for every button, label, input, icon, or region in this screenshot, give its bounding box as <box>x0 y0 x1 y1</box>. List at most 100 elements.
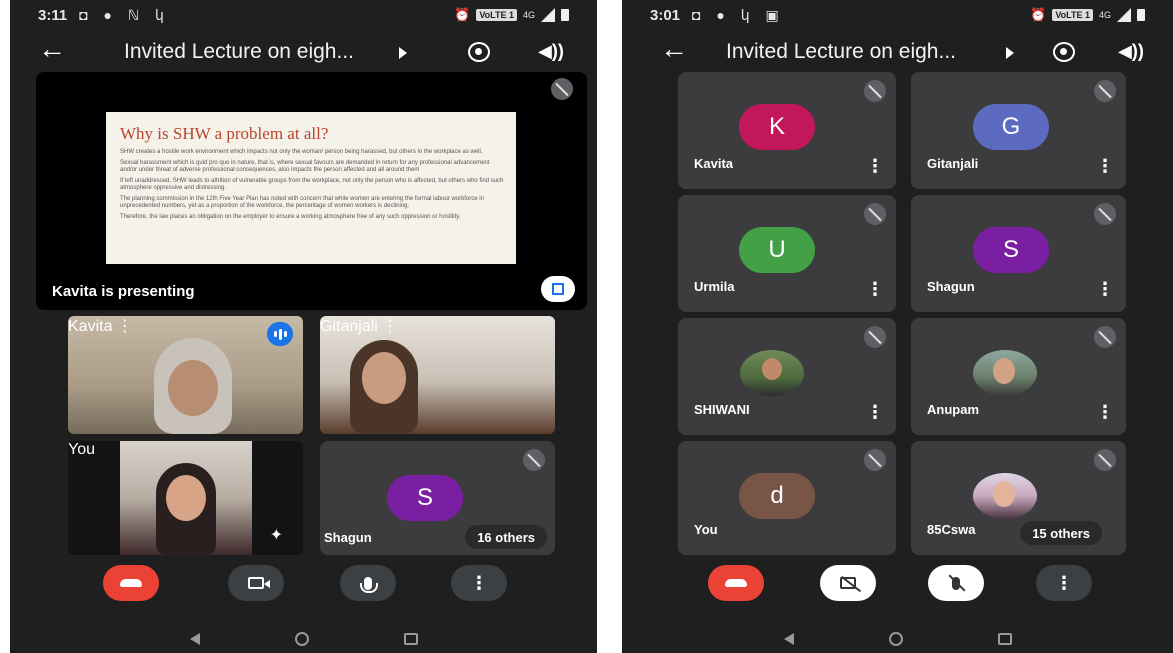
participant-tile[interactable]: G Gitanjali ⋮ <box>911 72 1126 189</box>
participant-tile[interactable]: d You <box>678 441 896 555</box>
participant-video-gitanjali[interactable]: Gitanjali ⋮ <box>320 316 555 434</box>
person-face <box>168 360 218 416</box>
fullscreen-button[interactable] <box>541 276 575 302</box>
participant-name: Anupam <box>927 402 979 417</box>
nav-back-icon[interactable] <box>189 633 200 645</box>
battery-icon <box>1137 9 1145 21</box>
avatar: d <box>739 473 815 519</box>
status-time: 3:11 <box>38 6 68 24</box>
back-arrow-icon[interactable]: ← <box>660 33 688 65</box>
more-options-icon[interactable]: ⋮ <box>866 403 884 421</box>
avatar: K <box>739 104 815 150</box>
more-options-icon[interactable]: ⋮ <box>1096 157 1114 175</box>
camera-off-button[interactable] <box>820 565 876 601</box>
mic-off-icon <box>551 78 573 100</box>
switch-camera-icon[interactable] <box>468 42 490 62</box>
avatar: U <box>739 227 815 273</box>
slide-paragraph: SHW creates a hostile work environment w… <box>120 149 483 155</box>
status-bar: 3:01 ◘ ● կ ▣ ⏰ VoLTE 1 4G <box>622 0 1173 30</box>
nav-home-icon[interactable] <box>294 632 309 646</box>
nav-back-icon[interactable] <box>783 633 794 645</box>
more-options-button[interactable]: ⋮ <box>451 565 507 601</box>
status-right: ⏰ VoLTE 1 4G <box>454 7 569 23</box>
meeting-title[interactable]: Invited Lecture on eigh... <box>726 40 956 64</box>
others-count[interactable]: 15 others <box>1020 521 1102 545</box>
meeting-title[interactable]: Invited Lecture on eigh... <box>124 40 354 64</box>
volte-badge: VoLTE 1 <box>1052 9 1093 21</box>
participant-name: Urmila <box>694 279 735 294</box>
nav-home-icon[interactable] <box>888 632 903 646</box>
more-options-button[interactable]: ⋮ <box>1036 565 1092 601</box>
person-face <box>993 358 1015 384</box>
participant-tile[interactable]: 85Cswa 15 others <box>911 441 1126 555</box>
avatar: G <box>973 104 1049 150</box>
more-options-icon[interactable]: ⋮ <box>866 157 884 175</box>
self-video <box>120 441 252 555</box>
more-options-icon[interactable]: ⋮ <box>117 318 133 335</box>
slide-paragraph: The planning commission in the 12th Five… <box>120 196 484 209</box>
camera-button[interactable] <box>228 565 284 601</box>
person-face <box>993 481 1015 507</box>
back-arrow-icon[interactable]: ← <box>38 33 66 65</box>
presentation-slide: Why is SHW a problem at all? SHW creates… <box>106 112 516 264</box>
slide-title: Why is SHW a problem at all? <box>120 124 329 143</box>
alarm-icon: ⏰ <box>1030 7 1047 22</box>
presenting-label: Kavita is presenting <box>52 283 195 300</box>
more-options-icon[interactable]: ⋮ <box>1096 280 1114 298</box>
participant-name: Shagun <box>927 279 975 294</box>
mic-off-icon <box>523 449 545 471</box>
more-options-icon[interactable]: ⋮ <box>866 280 884 298</box>
others-count[interactable]: 16 others <box>465 525 547 549</box>
android-nav-bar <box>10 625 597 653</box>
network-type: 4G <box>1098 10 1111 20</box>
participant-name: You <box>694 522 718 537</box>
signal-icon <box>541 8 555 22</box>
left-phone-screen: 3:11 ◘ ● ℕ կ ⏰ VoLTE 1 4G ← Invited Lect… <box>10 0 597 653</box>
end-call-button[interactable] <box>708 565 764 601</box>
signal-icon <box>1117 8 1131 22</box>
self-view-tile[interactable]: You ✦ <box>68 441 303 555</box>
mic-off-icon <box>864 203 886 225</box>
participant-name: Gitanjali <box>320 318 378 335</box>
status-bar: 3:11 ◘ ● ℕ կ ⏰ VoLTE 1 4G <box>10 0 597 30</box>
mic-off-icon <box>1094 80 1116 102</box>
participant-tile[interactable]: U Urmila ⋮ <box>678 195 896 312</box>
switch-camera-icon[interactable] <box>1053 42 1075 62</box>
expand-arrow-icon[interactable] <box>1006 47 1014 59</box>
microphone-button[interactable] <box>340 565 396 601</box>
avatar-photo <box>740 350 804 396</box>
speaker-icon[interactable]: ◀)) <box>1118 41 1144 62</box>
expand-arrow-icon[interactable] <box>399 47 407 59</box>
avatar-photo <box>973 350 1037 396</box>
end-call-button[interactable] <box>103 565 159 601</box>
status-right: ⏰ VoLTE 1 4G <box>1030 7 1145 23</box>
participant-tile-shagun[interactable]: S Shagun 16 others <box>320 441 555 555</box>
nav-recents-icon[interactable] <box>403 633 418 645</box>
more-options-icon[interactable]: ⋮ <box>1096 403 1114 421</box>
effects-sparkle-icon[interactable]: ✦ <box>270 525 283 545</box>
app-bar: ← Invited Lecture on eigh... ◀)) <box>10 32 597 72</box>
participant-tile[interactable]: SHIWANI ⋮ <box>678 318 896 435</box>
speaker-icon[interactable]: ◀)) <box>538 41 564 62</box>
notification-icons: ◘ ● կ ▣ <box>692 6 785 23</box>
call-controls: ⋮ <box>10 565 597 615</box>
more-options-icon[interactable]: ⋮ <box>382 318 398 335</box>
phone-hangup-icon <box>120 579 142 587</box>
mic-off-icon <box>864 80 886 102</box>
speaking-indicator-icon <box>267 322 293 346</box>
participant-tile[interactable]: K Kavita ⋮ <box>678 72 896 189</box>
person-face <box>362 352 406 404</box>
participant-tile[interactable]: S Shagun ⋮ <box>911 195 1126 312</box>
notification-icons: ◘ ● ℕ կ <box>79 6 170 23</box>
participant-name: You <box>68 441 95 458</box>
person-face <box>762 358 782 380</box>
more-options-icon: ⋮ <box>470 572 488 593</box>
presentation-tile[interactable]: Why is SHW a problem at all? SHW creates… <box>36 72 587 310</box>
status-time: 3:01 <box>650 6 681 24</box>
avatar-photo <box>973 473 1037 519</box>
nav-recents-icon[interactable] <box>997 633 1012 645</box>
participant-video-kavita[interactable]: Kavita ⋮ <box>68 316 303 434</box>
participant-tile[interactable]: Anupam ⋮ <box>911 318 1126 435</box>
phone-hangup-icon <box>725 579 747 587</box>
microphone-off-button[interactable] <box>928 565 984 601</box>
